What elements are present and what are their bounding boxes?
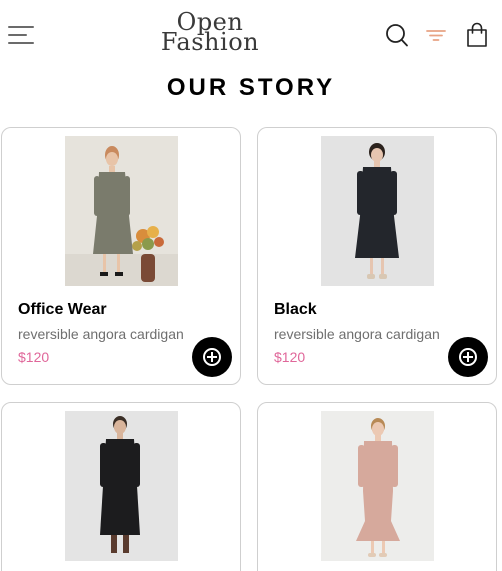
- product-price: $120: [274, 349, 306, 365]
- filter-button[interactable]: [425, 22, 447, 48]
- brand-logo[interactable]: Open Fashion: [158, 10, 262, 58]
- plus-bar: [467, 352, 469, 362]
- logo-word-fashion: Fashion: [160, 28, 260, 56]
- product-card[interactable]: Office Wear reversible angora cardigan $…: [1, 127, 241, 385]
- product-card[interactable]: [1, 402, 241, 571]
- search-icon: [386, 24, 408, 47]
- product-name: Black: [274, 301, 317, 318]
- product-description: reversible angora cardigan: [18, 326, 184, 342]
- section-title: OUR STORY: [166, 74, 336, 101]
- product-image: [321, 136, 434, 286]
- product-price: $120: [18, 349, 50, 365]
- menu-button[interactable]: [8, 25, 34, 45]
- plus-bar: [211, 352, 213, 362]
- search-button[interactable]: [385, 22, 409, 48]
- product-description: reversible angora cardigan: [274, 326, 440, 342]
- hamburger-menu-icon: [8, 26, 34, 28]
- app-header: Open Fashion: [0, 0, 502, 72]
- product-card[interactable]: Black reversible angora cardigan $120: [257, 127, 497, 385]
- product-image: [321, 411, 434, 561]
- product-name: Office Wear: [18, 301, 107, 318]
- add-to-cart-button[interactable]: [448, 337, 488, 377]
- product-card[interactable]: [257, 402, 497, 571]
- menu-line: [8, 34, 27, 36]
- filter-icon: [426, 30, 446, 41]
- shopping-bag-icon: [467, 22, 487, 47]
- product-image: [65, 411, 178, 561]
- cart-button[interactable]: [465, 22, 489, 48]
- product-image: [65, 136, 178, 286]
- add-to-cart-button[interactable]: [192, 337, 232, 377]
- menu-line: [8, 42, 34, 44]
